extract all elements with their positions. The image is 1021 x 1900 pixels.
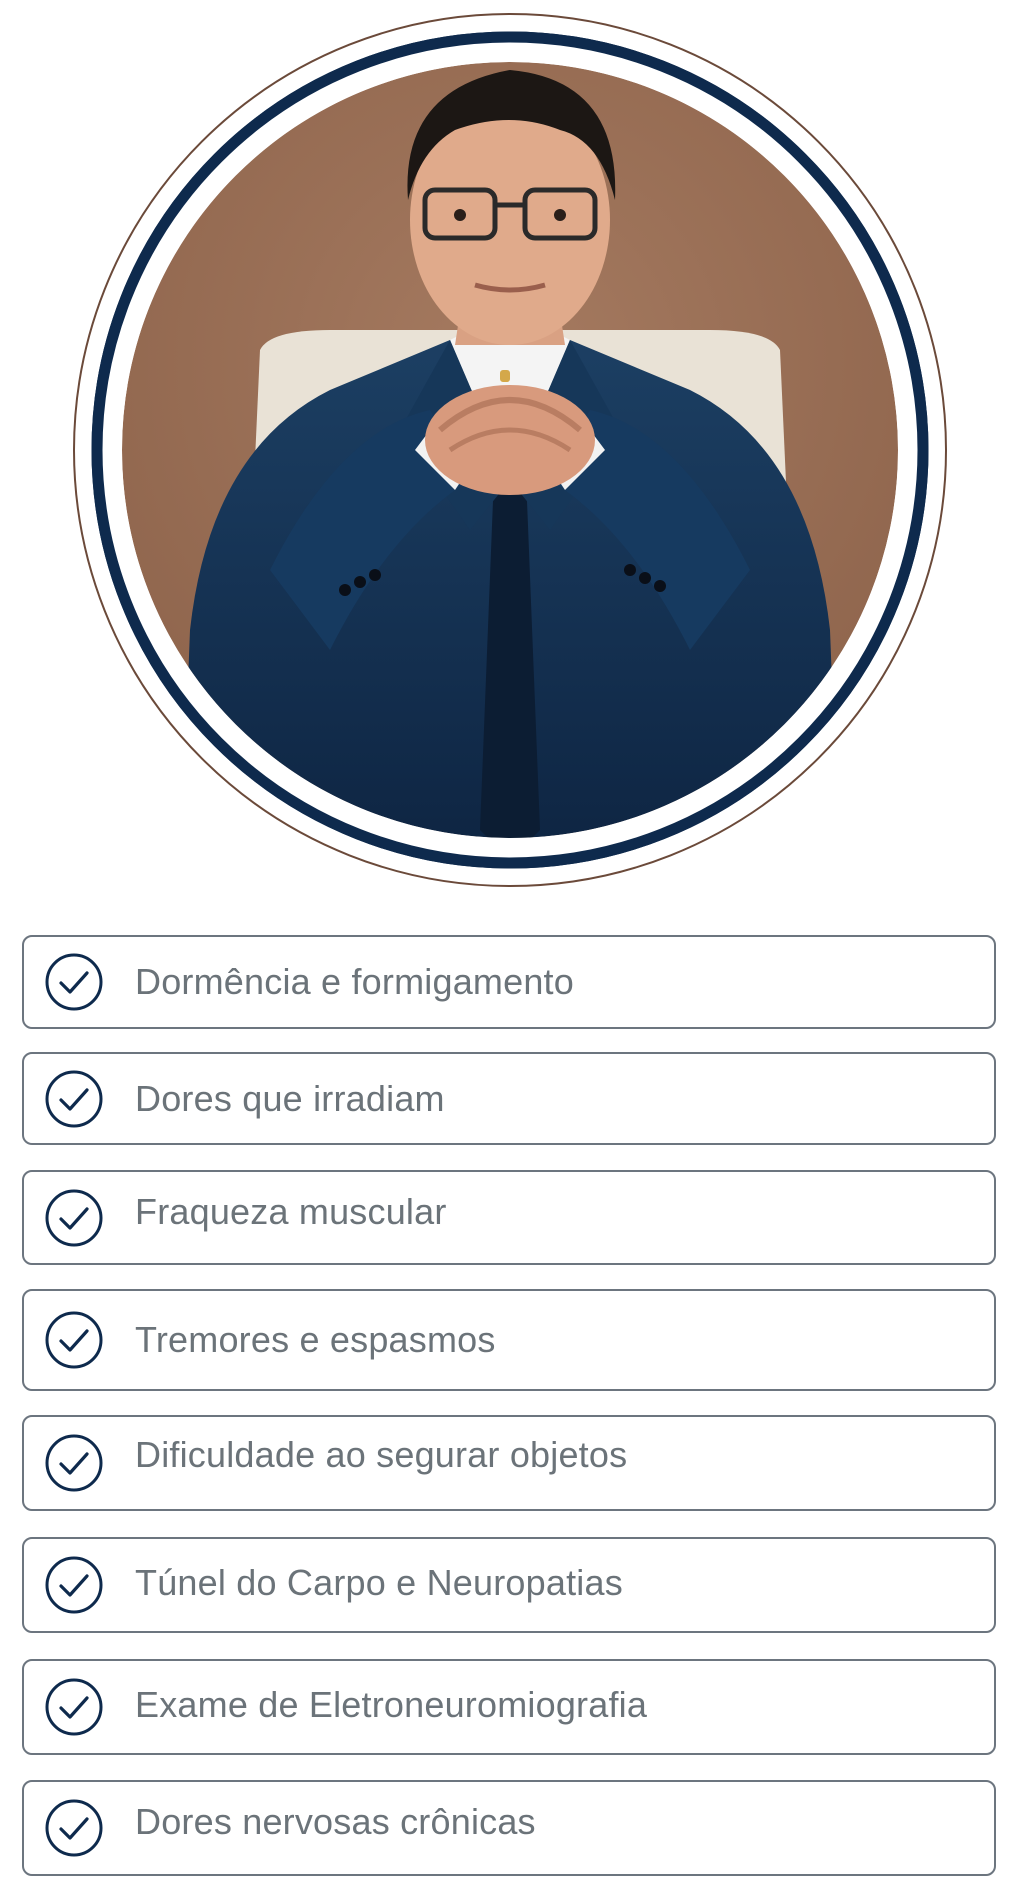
symptom-label: Dores nervosas crônicas — [135, 1801, 536, 1842]
check-circle-icon — [44, 1555, 104, 1615]
check-circle-icon — [44, 952, 104, 1012]
list-item: Dores que irradiam — [22, 1052, 996, 1145]
symptom-label: Tremores e espasmos — [135, 1319, 496, 1360]
check-circle-icon — [44, 1188, 104, 1248]
list-item: Dormência e formigamento — [22, 935, 996, 1029]
list-item: Fraqueza muscular — [22, 1170, 996, 1265]
check-circle-icon — [44, 1069, 104, 1129]
symptom-label: Dificuldade ao segurar objetos — [135, 1434, 628, 1475]
symptom-label: Dormência e formigamento — [135, 961, 574, 1002]
symptom-list: Dormência e formigamento Dores que irradi… — [0, 0, 1021, 1900]
check-circle-icon — [44, 1433, 104, 1493]
symptom-label: Fraqueza muscular — [135, 1190, 447, 1232]
list-item: Dores nervosas crônicas — [22, 1780, 996, 1876]
check-circle-icon — [44, 1677, 104, 1737]
list-item: Exame de Eletroneuromiografia — [22, 1659, 996, 1755]
check-circle-icon — [44, 1310, 104, 1370]
symptom-label: Exame de Eletroneuromiografia — [135, 1684, 648, 1725]
list-item: Túnel do Carpo e Neuropatias — [22, 1537, 996, 1633]
list-item: Dificuldade ao segurar objetos — [22, 1415, 996, 1511]
list-item: Tremores e espasmos — [22, 1289, 996, 1391]
check-circle-icon — [44, 1798, 104, 1858]
symptom-label: Dores que irradiam — [135, 1077, 445, 1119]
symptom-label: Túnel do Carpo e Neuropatias — [135, 1562, 623, 1603]
